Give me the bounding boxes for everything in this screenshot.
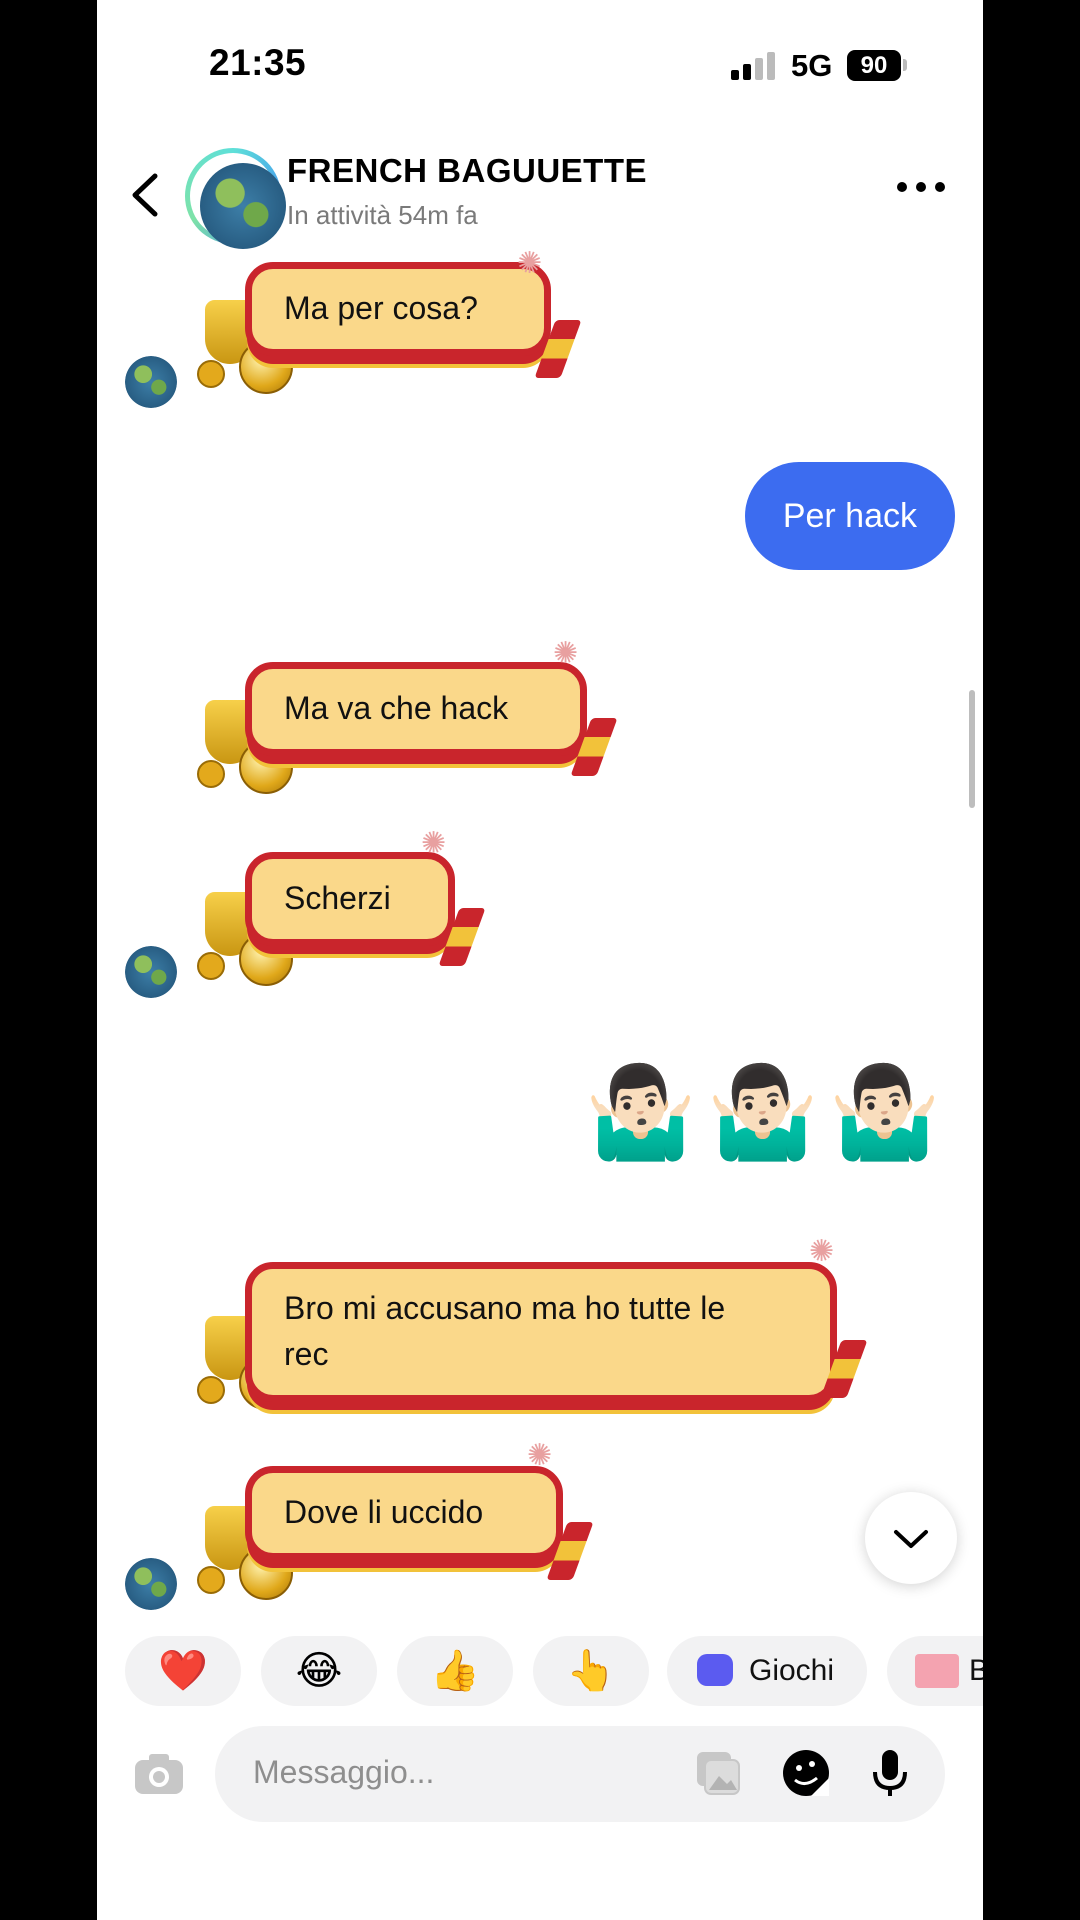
gift-label: B: [969, 1654, 983, 1687]
contact-name[interactable]: FRENCH BAGUUETTE: [287, 152, 647, 190]
gamepad-icon: [697, 1654, 733, 1686]
chevron-down-icon: [894, 1530, 928, 1548]
battery-icon: 90: [847, 50, 901, 81]
gift-icon: [915, 1654, 959, 1688]
message-bubble-incoming[interactable]: Ma va che hack: [245, 662, 587, 756]
message-bubble-incoming[interactable]: Dove li uccido: [245, 1466, 563, 1560]
microphone-icon[interactable]: [865, 1748, 915, 1798]
message-text-line: Bro mi accusano ma ho tutte le: [284, 1290, 726, 1326]
camera-icon[interactable]: [133, 1752, 185, 1796]
back-icon[interactable]: [129, 172, 161, 218]
message-bubble-incoming[interactable]: Bro mi accusano ma ho tutte le rec: [245, 1262, 837, 1402]
sparkle-icon: ✺: [809, 1235, 835, 1268]
message-text: Ma per cosa?: [284, 290, 478, 326]
message-text: Scherzi: [284, 880, 391, 916]
chat-screen: 21:35 5G 90 FRENCH BAGUUETTE In attività…: [97, 0, 983, 1920]
sparkle-icon: ✺: [527, 1439, 553, 1472]
message-text: Ma va che hack: [284, 690, 509, 726]
sparkle-icon: ✺: [517, 247, 543, 280]
message-bubble-outgoing[interactable]: Per hack: [744, 462, 955, 570]
signal-icon: [731, 52, 777, 80]
message-text-line: rec: [284, 1336, 329, 1372]
games-button[interactable]: Giochi: [667, 1636, 867, 1706]
message-input[interactable]: Messaggio...: [253, 1754, 434, 1791]
sparkle-icon: ✺: [553, 637, 579, 670]
sender-avatar[interactable]: [125, 946, 177, 998]
games-label: Giochi: [749, 1654, 835, 1687]
last-active-status: In attività 54m fa: [287, 200, 478, 230]
sparkle-icon: ✺: [421, 827, 447, 860]
more-options-icon[interactable]: [897, 180, 945, 194]
network-type: 5G: [791, 48, 833, 83]
quick-reaction-laugh[interactable]: 😂: [261, 1636, 377, 1706]
contact-avatar[interactable]: [185, 148, 286, 249]
sender-avatar[interactable]: [125, 356, 177, 408]
sticker-icon[interactable]: [781, 1748, 831, 1798]
scrollbar[interactable]: [969, 690, 975, 808]
message-text: Dove li uccido: [284, 1494, 484, 1530]
gift-button[interactable]: B: [887, 1636, 983, 1706]
gallery-icon[interactable]: [693, 1748, 743, 1798]
message-bubble-incoming[interactable]: Scherzi: [245, 852, 455, 946]
message-bubble-incoming[interactable]: Ma per cosa?: [245, 262, 551, 356]
scroll-to-bottom-button[interactable]: [865, 1492, 957, 1584]
sender-avatar[interactable]: [125, 1558, 177, 1610]
message-emoji-outgoing[interactable]: 🤷🏻‍♂️🤷🏻‍♂️🤷🏻‍♂️: [585, 1058, 951, 1168]
quick-reaction-point-up[interactable]: 👆: [533, 1636, 649, 1706]
message-composer[interactable]: Messaggio...: [215, 1726, 945, 1822]
quick-reaction-thumbs-up[interactable]: 👍: [397, 1636, 513, 1706]
battery-tip: [903, 59, 907, 71]
quick-reaction-heart[interactable]: ❤️: [125, 1636, 241, 1706]
status-time: 21:35: [209, 42, 307, 83]
